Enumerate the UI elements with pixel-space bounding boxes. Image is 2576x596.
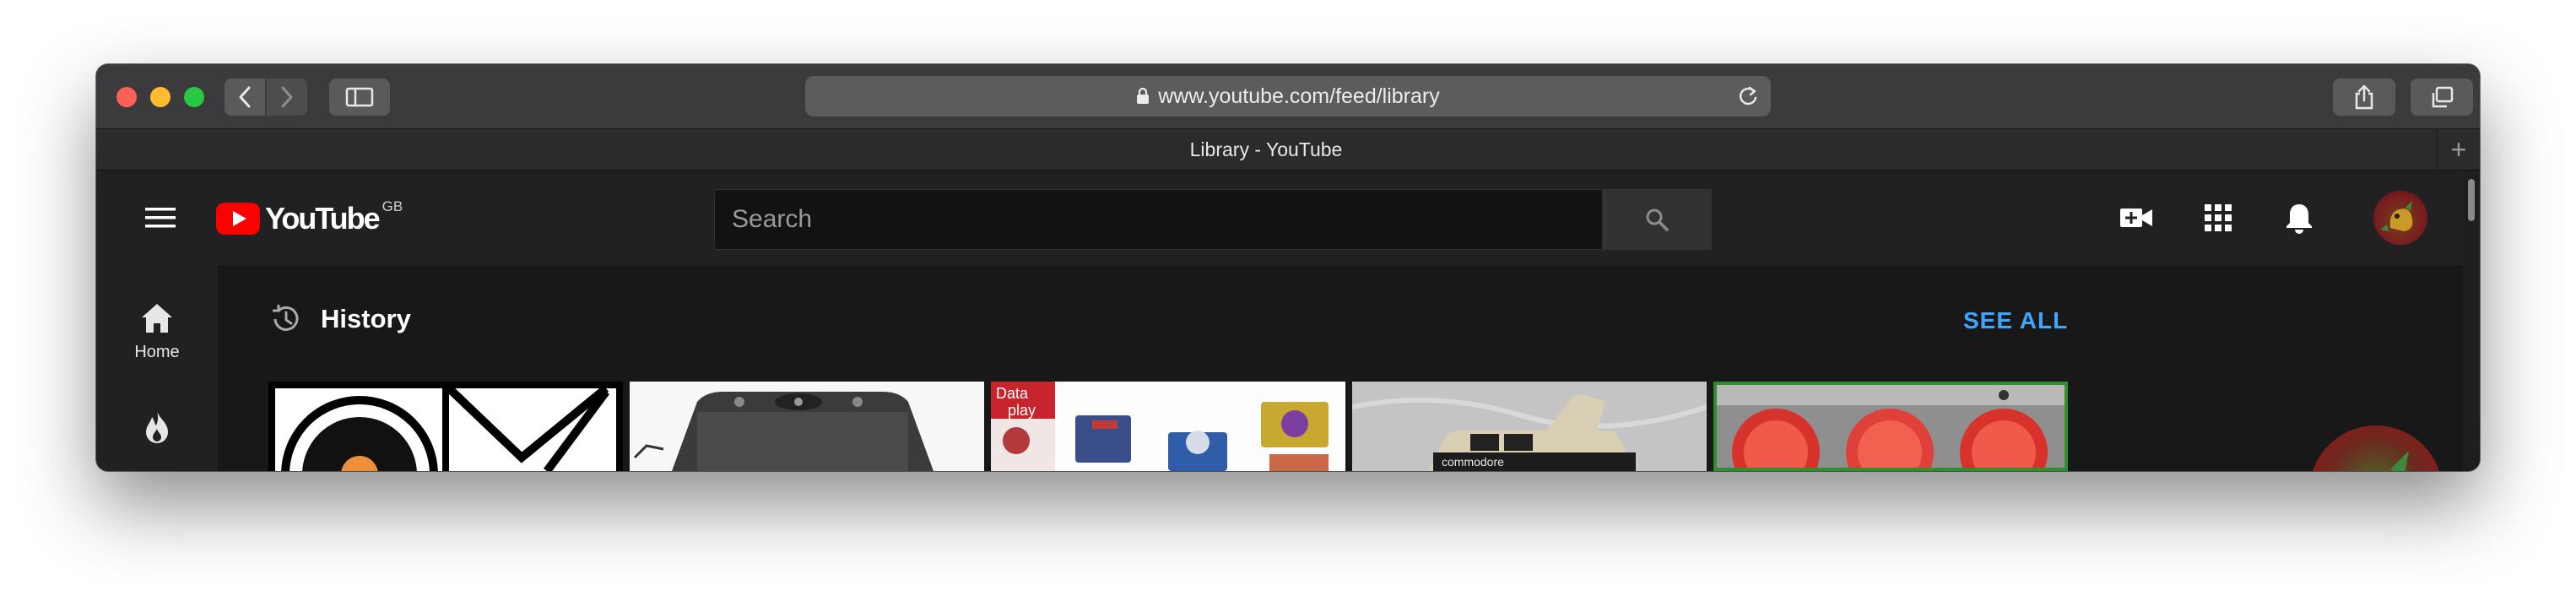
video-thumbnail-dataplay[interactable]: Data play (991, 382, 1345, 471)
logo-region-code: GB (382, 198, 403, 214)
address-bar[interactable]: www.youtube.com/feed/library (805, 76, 1771, 116)
tab-title: Library - YouTube (1189, 138, 1343, 160)
chevron-left-icon (239, 86, 251, 108)
search-button[interactable] (1602, 190, 1711, 249)
new-tab-button[interactable]: + (2437, 129, 2480, 170)
logo-text: YouTube (265, 201, 381, 236)
tab-bar: Library - YouTube + (96, 129, 2480, 171)
guide-item-label: Home (134, 343, 180, 361)
dataplay-logo-text: Data (996, 385, 1029, 402)
history-section-header: History (268, 302, 411, 336)
zoom-window-button[interactable] (184, 87, 204, 107)
search-bar (714, 189, 1712, 250)
browser-window: www.youtube.com/feed/library Library - Y… (96, 64, 2480, 471)
video-thumbnail-commodore[interactable]: commodore (1352, 382, 1707, 471)
page-scrollbar[interactable] (2463, 171, 2480, 471)
tabs-icon (2432, 86, 2454, 108)
history-icon (273, 305, 299, 331)
reload-icon[interactable] (1737, 85, 1759, 113)
video-thumbnail-vinyl[interactable] (268, 382, 623, 471)
home-icon (142, 304, 172, 333)
library-content: History SEE ALL Data play commodore (218, 265, 2463, 471)
search-icon (1646, 209, 1669, 231)
section-title: History (321, 304, 411, 333)
sidebar-toggle-button[interactable] (329, 79, 390, 116)
browser-toolbar: www.youtube.com/feed/library (96, 64, 2480, 129)
channel-avatar[interactable] (2309, 425, 2443, 471)
lock-icon (1136, 88, 1150, 105)
apps-icon[interactable] (2201, 201, 2235, 239)
close-window-button[interactable] (116, 87, 137, 107)
create-video-icon[interactable] (2119, 201, 2154, 239)
guide-item-trending[interactable] (96, 409, 218, 444)
search-input[interactable] (715, 190, 1602, 249)
commodore-label: commodore (1442, 455, 1504, 469)
guide-sidebar: Home (96, 265, 218, 471)
video-thumbnail-recorder[interactable] (630, 382, 984, 471)
chevron-right-icon (281, 86, 293, 108)
video-thumbnail-meters[interactable] (1713, 382, 2068, 471)
forward-button[interactable] (267, 79, 307, 116)
notifications-icon[interactable] (2282, 201, 2316, 239)
tab-overview-button[interactable] (2411, 79, 2473, 116)
youtube-header: YouTube GB (96, 171, 2480, 265)
youtube-logo[interactable]: YouTube GB (216, 198, 403, 236)
scrollbar-thumb[interactable] (2468, 179, 2475, 221)
youtube-play-icon (216, 203, 260, 235)
see-all-link[interactable]: SEE ALL (1963, 307, 2068, 334)
back-button[interactable] (225, 79, 265, 116)
menu-icon[interactable] (142, 201, 179, 235)
svg-text:play: play (1008, 402, 1036, 419)
active-tab[interactable]: Library - YouTube (96, 129, 2436, 170)
url-text: www.youtube.com/feed/library (1158, 84, 1440, 108)
share-icon (2355, 84, 2373, 110)
sidebar-icon (345, 87, 374, 107)
guide-item-home[interactable]: Home (96, 302, 218, 362)
avatar[interactable] (2373, 191, 2427, 245)
minimize-window-button[interactable] (150, 87, 170, 107)
share-button[interactable] (2333, 79, 2395, 116)
trending-icon (146, 410, 168, 443)
